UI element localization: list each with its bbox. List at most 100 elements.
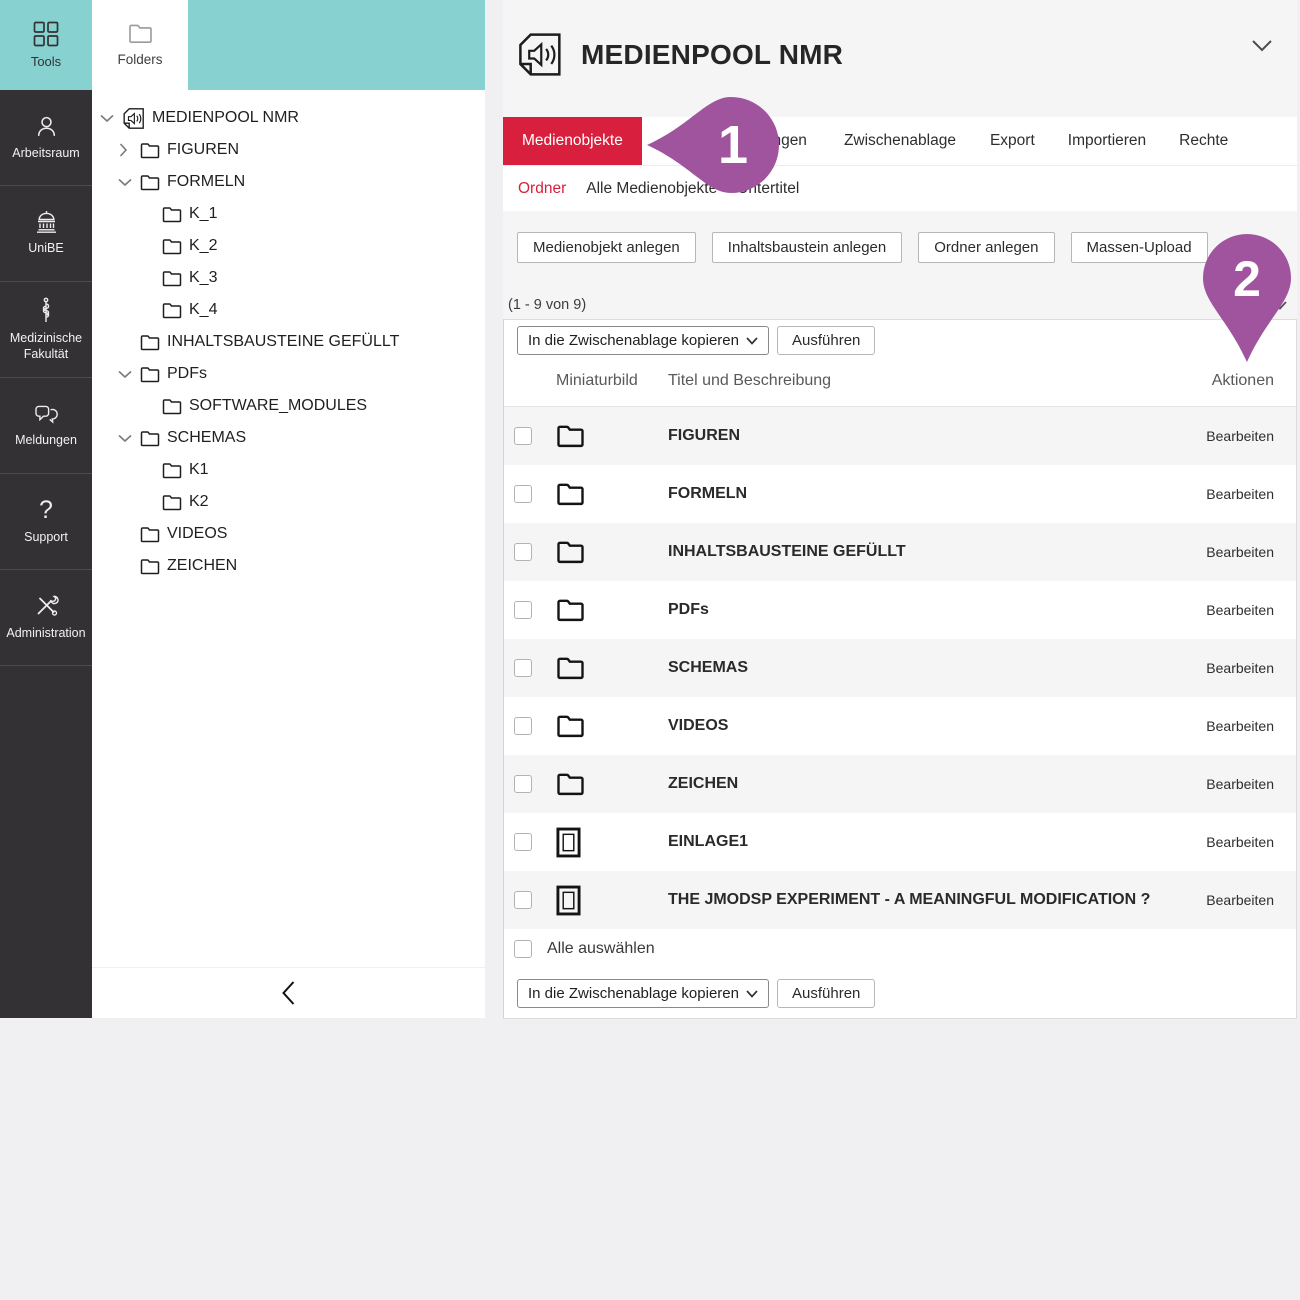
table-row: FORMELN Bearbeiten [504, 465, 1296, 523]
rail-item-tools[interactable]: Tools [0, 0, 92, 90]
tree-item-label: INHALTSBAUSTEINE GEFÜLLT [167, 333, 399, 351]
edit-link[interactable]: Bearbeiten [1176, 544, 1296, 560]
tree-item[interactable]: K1 [92, 454, 485, 486]
chevron-down-icon[interactable] [100, 113, 122, 123]
rail-item-arbeitsraum[interactable]: Arbeitsraum [0, 90, 92, 186]
tree-item[interactable]: K_2 [92, 230, 485, 262]
rail-item-meldungen[interactable]: Meldungen [0, 378, 92, 474]
rail-item-medizinische-fakultaet[interactable]: Medizinische Fakultät [0, 282, 92, 378]
edit-link[interactable]: Bearbeiten [1176, 834, 1296, 850]
ordner-anlegen-button[interactable]: Ordner anlegen [918, 232, 1054, 263]
annotation-pin-1: 1 [645, 95, 781, 195]
tree-item[interactable]: VIDEOS [92, 518, 485, 550]
tab-medienobjekte[interactable]: Medienobjekte [503, 117, 642, 165]
column-aktionen: Aktionen [1176, 372, 1296, 390]
row-title: INHALTSBAUSTEINE GEFÜLLT [668, 543, 1176, 561]
media-table: In die Zwischenablage kopieren Ausführen… [503, 319, 1297, 1019]
inhaltsbaustein-anlegen-button[interactable]: Inhaltsbaustein anlegen [712, 232, 902, 263]
row-checkbox[interactable] [514, 601, 532, 619]
row-title: EINLAGE1 [668, 833, 1176, 851]
tree-item[interactable]: K_1 [92, 198, 485, 230]
chevron-down-icon[interactable] [118, 433, 140, 443]
subtab-bar: Ordner Alle Medienobjekte Untertitel [503, 165, 1297, 211]
edit-link[interactable]: Bearbeiten [1176, 602, 1296, 618]
tree-item[interactable]: SOFTWARE_MODULES [92, 390, 485, 422]
chevron-right-icon[interactable] [118, 143, 140, 157]
rail-item-administration[interactable]: Administration [0, 570, 92, 666]
folder-icon [140, 142, 160, 159]
document-icon [547, 885, 668, 916]
folder-icon [162, 494, 182, 511]
tree-item[interactable]: INHALTSBAUSTEINE GEFÜLLT [92, 326, 485, 358]
tree-item[interactable]: PDFs [92, 358, 485, 390]
row-checkbox[interactable] [514, 427, 532, 445]
caduceus-icon [34, 297, 58, 324]
bulk-action-toolbar-top: In die Zwischenablage kopieren Ausführen [504, 320, 1296, 355]
tree-item[interactable]: MEDIENPOOL NMR [92, 102, 485, 134]
annotation-pin-2: 2 [1201, 234, 1293, 366]
row-title: FIGUREN [668, 427, 1176, 445]
tree-item[interactable]: FORMELN [92, 166, 485, 198]
bulk-action-select[interactable]: In die Zwischenablage kopieren [517, 979, 769, 1008]
annotation-number: 1 [718, 115, 748, 175]
column-titel: Titel und Beschreibung [668, 372, 1176, 390]
row-checkbox[interactable] [514, 543, 532, 561]
table-row: THE JMODSP EXPERIMENT - A MEANINGFUL MOD… [504, 871, 1296, 929]
tab-rechte[interactable]: Rechte [1179, 117, 1228, 165]
ausfuehren-button[interactable]: Ausführen [777, 979, 875, 1008]
select-all-checkbox[interactable] [514, 940, 532, 958]
rail-item-unibe[interactable]: UniBE [0, 186, 92, 282]
row-checkbox[interactable] [514, 775, 532, 793]
result-count: (1 - 9 von 9) [508, 297, 586, 313]
panel-collapse-bar [92, 967, 485, 1018]
tree-item-label: K1 [189, 461, 209, 479]
tree-item[interactable]: K2 [92, 486, 485, 518]
rail-item-support[interactable]: ? Support [0, 474, 92, 570]
row-checkbox[interactable] [514, 717, 532, 735]
row-checkbox[interactable] [514, 891, 532, 909]
action-buttons: Medienobjekt anlegen Inhaltsbaustein anl… [517, 232, 1297, 263]
crossed-tools-icon [33, 593, 59, 619]
tab-zwischenablage[interactable]: Zwischenablage [844, 117, 956, 165]
page: { "colors": { "teal": "#87d1d1", "sideba… [0, 0, 1300, 1300]
folder-icon [547, 656, 668, 680]
tree-item-label: MEDIENPOOL NMR [152, 109, 299, 127]
tree-item[interactable]: ZEICHEN [92, 550, 485, 582]
tree-item[interactable]: SCHEMAS [92, 422, 485, 454]
tree-item[interactable]: K_4 [92, 294, 485, 326]
folder-icon [140, 334, 160, 351]
folder-icon [140, 526, 160, 543]
chevron-down-icon[interactable] [1252, 40, 1272, 52]
tree-item[interactable]: FIGUREN [92, 134, 485, 166]
tab-export[interactable]: Export [990, 117, 1035, 165]
subtab-ordner[interactable]: Ordner [518, 180, 566, 198]
tab-folders[interactable]: Folders [92, 0, 188, 90]
folder-icon [140, 558, 160, 575]
row-title: ZEICHEN [668, 775, 1176, 793]
edit-link[interactable]: Bearbeiten [1176, 776, 1296, 792]
tree-item-label: K_3 [189, 269, 217, 287]
table-row: FIGUREN Bearbeiten [504, 407, 1296, 465]
tab-importieren[interactable]: Importieren [1068, 117, 1146, 165]
row-checkbox[interactable] [514, 485, 532, 503]
bulk-action-select[interactable]: In die Zwischenablage kopieren [517, 326, 769, 355]
rail-item-label: Meldungen [13, 433, 79, 449]
rail-item-label: Support [22, 530, 70, 546]
chevron-left-icon[interactable] [281, 980, 296, 1006]
chevron-down-icon[interactable] [118, 369, 140, 379]
row-checkbox[interactable] [514, 659, 532, 677]
edit-link[interactable]: Bearbeiten [1176, 892, 1296, 908]
tab-bar: Medienobjekte ungen Zwischenablage Expor… [503, 117, 1297, 165]
medienobjekt-anlegen-button[interactable]: Medienobjekt anlegen [517, 232, 696, 263]
edit-link[interactable]: Bearbeiten [1176, 718, 1296, 734]
edit-link[interactable]: Bearbeiten [1176, 660, 1296, 676]
tree-item[interactable]: K_3 [92, 262, 485, 294]
edit-link[interactable]: Bearbeiten [1176, 428, 1296, 444]
chevron-down-icon[interactable] [118, 177, 140, 187]
tree-item-label: K2 [189, 493, 209, 511]
folder-icon [547, 598, 668, 622]
edit-link[interactable]: Bearbeiten [1176, 486, 1296, 502]
ausfuehren-button[interactable]: Ausführen [777, 326, 875, 355]
row-checkbox[interactable] [514, 833, 532, 851]
massen-upload-button[interactable]: Massen-Upload [1071, 232, 1208, 263]
